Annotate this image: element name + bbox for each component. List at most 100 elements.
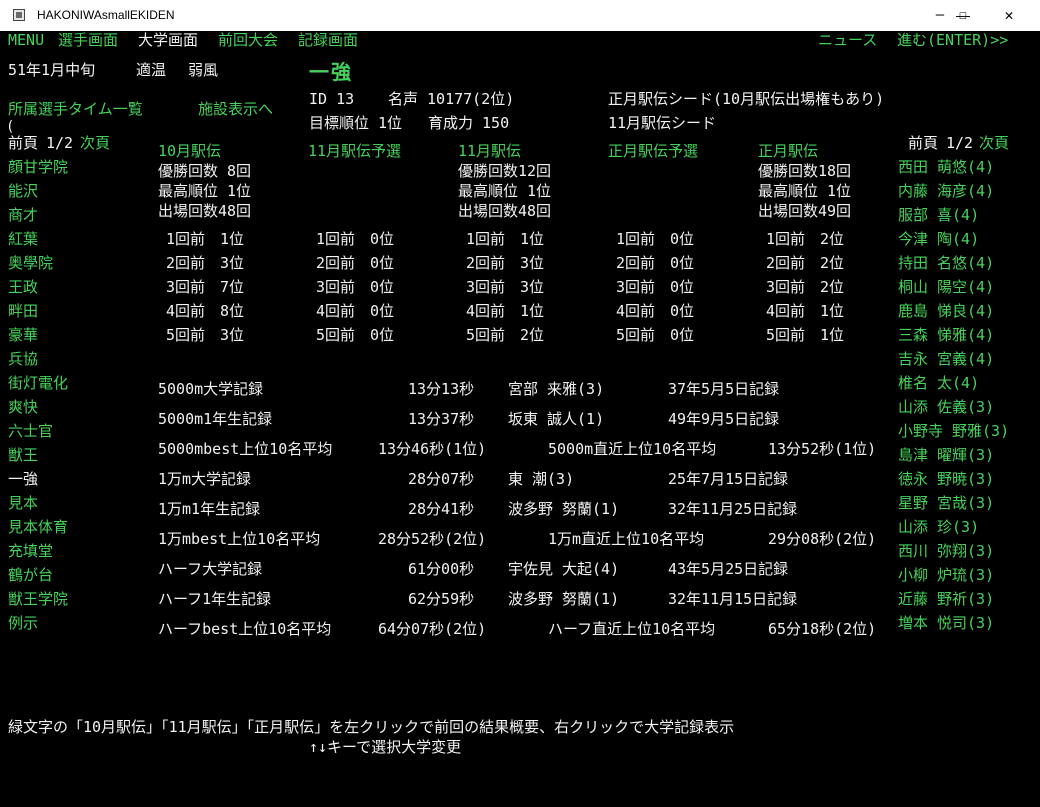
university-list-item[interactable]: 兵協 xyxy=(8,350,38,368)
right-pager-page: 1/2 xyxy=(946,134,974,152)
record-label: ハーフbest上位10名平均 xyxy=(158,620,332,638)
player-list-item[interactable]: 椎名 太(4) xyxy=(898,374,979,392)
race-title[interactable]: 11月駅伝 xyxy=(458,142,521,160)
race-title[interactable]: 11月駅伝予選 xyxy=(308,142,401,160)
race-history-entry: 5回前 2位 xyxy=(466,326,545,344)
player-list-item[interactable]: 近藤 野祈(3) xyxy=(898,590,994,608)
advance-button[interactable]: 進む(ENTER)>> xyxy=(897,31,1008,49)
player-list-item[interactable]: 西田 萌悠(4) xyxy=(898,158,994,176)
university-list-item[interactable]: 獣王学院 xyxy=(8,590,68,608)
left-pager-next[interactable]: 次頁 xyxy=(80,134,110,152)
university-id: ID 13 xyxy=(309,90,355,108)
help-text-click: 緑文字の「10月駅伝」「11月駅伝」「正月駅伝」を左クリックで前回の結果概要、右… xyxy=(8,718,735,736)
university-list-item[interactable]: 王政 xyxy=(8,278,38,296)
university-list-item[interactable]: 鶴が台 xyxy=(8,566,53,584)
menu-button[interactable]: MENU xyxy=(8,31,44,49)
record-label-recent: 1万m直近上位10名平均 xyxy=(548,530,705,548)
record-label: 5000m1年生記録 xyxy=(158,410,273,428)
players-screen-button[interactable]: 選手画面 xyxy=(58,31,118,49)
record-runner: 宮部 来雅(3) xyxy=(508,380,605,398)
news-button[interactable]: ニュース xyxy=(818,31,877,49)
player-list-item[interactable]: 鹿島 悌良(4) xyxy=(898,302,994,320)
race-history-entry: 4回前 0位 xyxy=(616,302,695,320)
race-history-entry: 3回前 7位 xyxy=(166,278,245,296)
player-list-item[interactable]: 小柳 炉琉(3) xyxy=(898,566,994,584)
race-history-entry: 1回前 0位 xyxy=(616,230,695,248)
university-list-item[interactable]: 奥學院 xyxy=(8,254,53,272)
university-list-item[interactable]: 商才 xyxy=(8,206,38,224)
player-list-item[interactable]: 山添 珍(3) xyxy=(898,518,979,536)
race-title[interactable]: 正月駅伝予選 xyxy=(608,142,698,160)
record-label-recent: 5000m直近上位10名平均 xyxy=(548,440,717,458)
record-time-recent: 13分52秒(1位) xyxy=(768,440,877,458)
player-list-item[interactable]: 島津 曜輝(3) xyxy=(898,446,994,464)
player-list-item[interactable]: 服部 喜(4) xyxy=(898,206,979,224)
university-list-item[interactable]: 六士官 xyxy=(8,422,53,440)
race-title[interactable]: 正月駅伝 xyxy=(758,142,818,160)
record-label: 1万m大学記録 xyxy=(158,470,252,488)
record-time: 28分52秒(2位) xyxy=(378,530,487,548)
university-list-item[interactable]: 豪華 xyxy=(8,326,38,344)
university-screen-button[interactable]: 大学画面 xyxy=(138,31,198,49)
player-list-item[interactable]: 徳永 野暁(3) xyxy=(898,470,994,488)
record-time: 13分13秒 xyxy=(408,380,475,398)
university-list-item[interactable]: 紅葉 xyxy=(8,230,38,248)
vertical-scrollbar[interactable] xyxy=(1032,31,1040,807)
player-list-item[interactable]: 持田 名悠(4) xyxy=(898,254,994,272)
record-time: 62分59秒 xyxy=(408,590,475,608)
record-time: 64分07秒(2位) xyxy=(378,620,487,638)
player-list-item[interactable]: 小野寺 野雅(3) xyxy=(898,422,1009,440)
race-history-entry: 4回前 0位 xyxy=(316,302,395,320)
race-history-entry: 1回前 0位 xyxy=(316,230,395,248)
left-pager-prev[interactable]: 前頁 xyxy=(8,134,38,152)
window-title: HAKONIWAsmallEKIDEN xyxy=(37,8,175,22)
player-list-item[interactable]: 桐山 陽空(4) xyxy=(898,278,994,296)
university-fame: 名声 10177(2位) xyxy=(388,90,515,108)
right-pager-prev[interactable]: 前頁 xyxy=(908,134,938,152)
player-list-item[interactable]: 増本 悦司(3) xyxy=(898,614,994,632)
facilities-link[interactable]: 施設表示へ xyxy=(198,100,273,118)
race-title[interactable]: 10月駅伝 xyxy=(158,142,221,160)
player-list-item[interactable]: 山添 佐義(3) xyxy=(898,398,994,416)
record-time: 28分41秒 xyxy=(408,500,475,518)
university-list-item[interactable]: 一強 xyxy=(8,470,38,488)
race-history-entry: 2回前 0位 xyxy=(316,254,395,272)
university-list-item[interactable]: 街灯電化 xyxy=(8,374,68,392)
close-icon[interactable]: ✕ xyxy=(986,0,1032,31)
university-list-item[interactable]: 能沢 xyxy=(8,182,38,200)
player-times-link[interactable]: 所属選手タイム一覧 xyxy=(8,100,143,118)
university-list-item[interactable]: 例示 xyxy=(8,614,38,632)
player-list-item[interactable]: 吉永 宮義(4) xyxy=(898,350,994,368)
player-list-item[interactable]: 今津 陶(4) xyxy=(898,230,979,248)
race-history-entry: 2回前 0位 xyxy=(616,254,695,272)
university-list-item[interactable]: 見本 xyxy=(8,494,38,512)
race-history-entry: 3回前 3位 xyxy=(466,278,545,296)
record-runner: 坂東 誠人(1) xyxy=(508,410,605,428)
player-list-item[interactable]: 三森 悌雅(4) xyxy=(898,326,994,344)
record-label: ハーフ大学記録 xyxy=(158,560,263,578)
university-list-item[interactable]: 見本体育 xyxy=(8,518,68,536)
record-time: 28分07秒 xyxy=(408,470,475,488)
player-list-item[interactable]: 星野 宮哉(3) xyxy=(898,494,994,512)
university-list-item[interactable]: 顔甘学院 xyxy=(8,158,68,176)
records-screen-button[interactable]: 記録画面 xyxy=(298,31,358,49)
right-pager-next[interactable]: 次頁 xyxy=(979,134,1009,152)
university-list-item[interactable]: 畔田 xyxy=(8,302,38,320)
previous-race-button[interactable]: 前回大会 xyxy=(218,31,278,49)
race-best-rank: 最高順位 1位 xyxy=(158,182,252,200)
university-list-item[interactable]: 充填堂 xyxy=(8,542,53,560)
race-history-entry: 5回前 0位 xyxy=(316,326,395,344)
race-history-entry: 4回前 8位 xyxy=(166,302,245,320)
player-list-item[interactable]: 内藤 海彦(4) xyxy=(898,182,994,200)
maximize-icon[interactable]: ☐ xyxy=(940,0,986,31)
race-wins: 優勝回数18回 xyxy=(758,162,852,180)
record-runner: 東 潮(3) xyxy=(508,470,575,488)
training-power: 育成力 150 xyxy=(428,114,510,132)
player-list-item[interactable]: 西川 弥翔(3) xyxy=(898,542,994,560)
university-list-item[interactable]: 爽快 xyxy=(8,398,38,416)
game-date: 51年1月中旬 xyxy=(8,61,96,79)
university-list-item[interactable]: 獣王 xyxy=(8,446,38,464)
record-label: ハーフ1年生記録 xyxy=(158,590,272,608)
race-history-entry: 1回前 1位 xyxy=(466,230,545,248)
record-date: 25年7月15日記録 xyxy=(668,470,789,488)
